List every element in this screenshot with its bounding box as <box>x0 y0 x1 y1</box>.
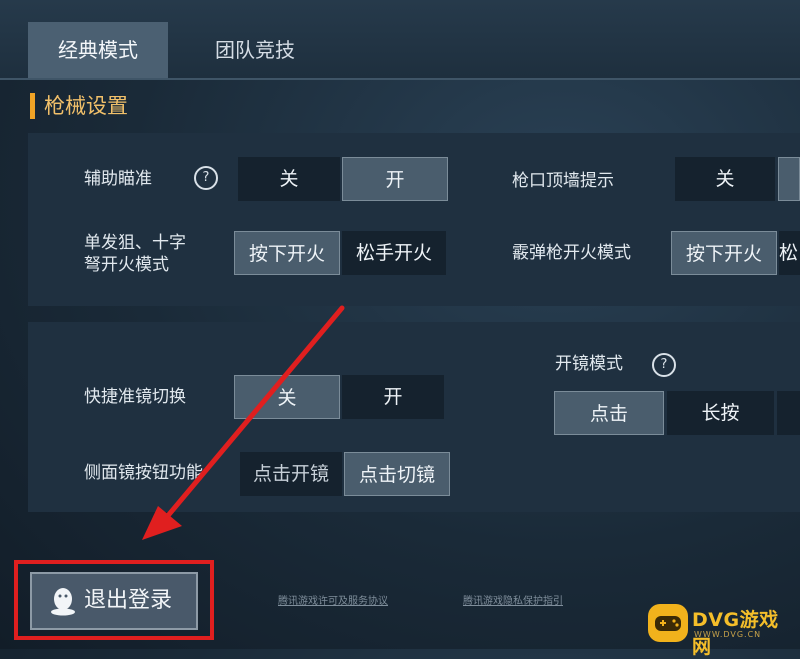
license-agreement-link[interactable]: 腾讯游戏许可及服务协议 <box>278 592 388 607</box>
dvg-watermark-logo: DVG游戏网 WWW.DVG.CN <box>648 603 798 658</box>
gamepad-icon <box>648 604 688 642</box>
logout-label: 退出登录 <box>84 588 173 613</box>
privacy-guide-link[interactable]: 腾讯游戏隐私保护指引 <box>463 592 563 607</box>
logout-button[interactable]: 退出登录 <box>30 572 198 630</box>
penguin-icon <box>51 588 75 616</box>
red-arrow-annotation <box>142 305 345 540</box>
watermark-url: WWW.DVG.CN <box>694 630 762 639</box>
